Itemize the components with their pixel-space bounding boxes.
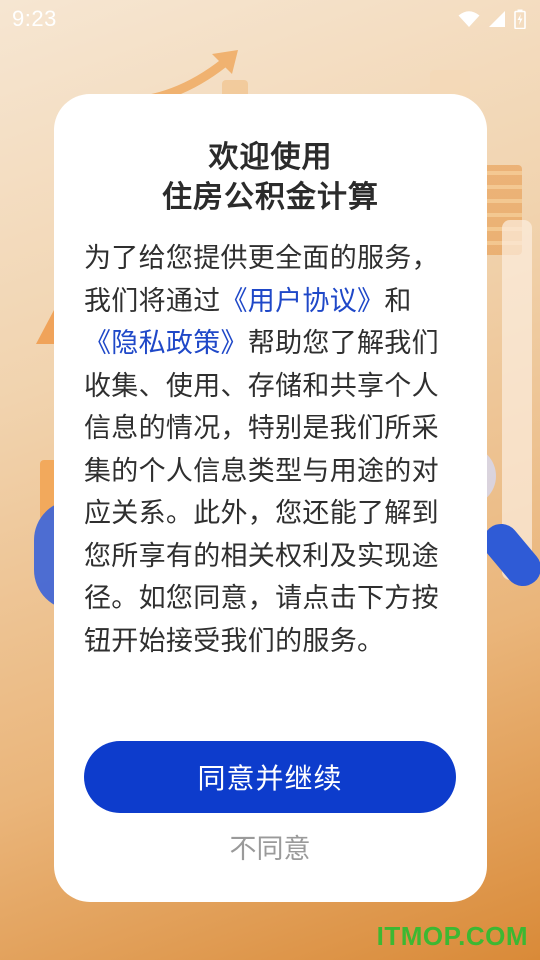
dialog-body: 为了给您提供更全面的服务，我们将通过《用户协议》和《隐私政策》帮助您了解我们收集…	[84, 238, 457, 663]
disagree-button[interactable]: 不同意	[84, 824, 456, 868]
status-bar: 9:23	[0, 0, 540, 38]
dialog-title: 欢迎使用 住房公积金计算	[84, 138, 457, 218]
dialog-title-line2: 住房公积金计算	[162, 180, 379, 215]
body-text-3: 帮助您了解我们收集、使用、存储和共享个人信息的情况，特别是我们所采集的个人信息类…	[84, 328, 439, 657]
status-icons	[458, 9, 526, 29]
privacy-policy-link[interactable]: 《隐私政策》	[84, 328, 248, 359]
user-agreement-link[interactable]: 《用户协议》	[221, 286, 385, 317]
cellular-signal-icon	[489, 11, 505, 27]
body-text-2: 和	[384, 285, 412, 317]
dialog-title-line1: 欢迎使用	[208, 140, 333, 175]
status-time: 9:23	[12, 6, 57, 31]
agree-and-continue-button[interactable]: 同意并继续	[84, 741, 456, 813]
site-watermark: ITMOP.COM	[376, 921, 528, 951]
welcome-dialog: 欢迎使用 住房公积金计算 为了给您提供更全面的服务，我们将通过《用户协议》和《隐…	[54, 94, 487, 902]
battery-charging-icon	[514, 9, 526, 29]
wifi-icon	[458, 11, 480, 27]
